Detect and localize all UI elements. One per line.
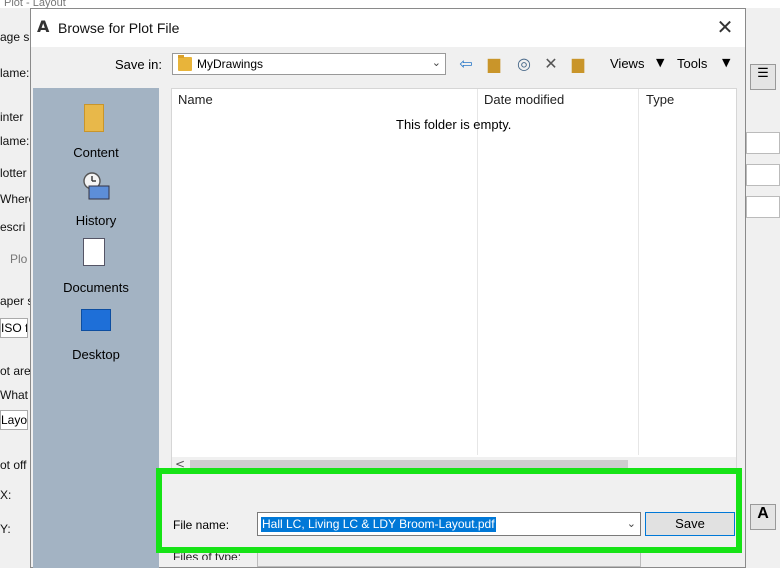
places-item-history[interactable]: History: [33, 213, 159, 228]
bg-a-button[interactable]: A: [750, 504, 776, 530]
bg-label: lame:: [0, 134, 30, 148]
file-list[interactable]: ^ Name Date modified Type This folder is…: [171, 88, 737, 473]
bg-label: ISO f: [1, 321, 28, 335]
background-window-title: Plot - Layout: [0, 0, 780, 8]
save-in-value: MyDrawings: [197, 57, 264, 71]
bg-label: ot are: [0, 364, 30, 378]
save-in-label: Save in:: [115, 57, 162, 72]
bg-combo[interactable]: [746, 132, 780, 154]
places-item-content[interactable]: Content: [33, 145, 159, 160]
column-header-type[interactable]: Type: [646, 89, 674, 113]
bg-label: lame:: [0, 66, 30, 80]
save-button-label: Save: [675, 516, 705, 531]
close-icon[interactable]: ✕: [713, 15, 737, 39]
save-in-dropdown[interactable]: MyDrawings ⌄: [172, 53, 446, 75]
search-web-icon[interactable]: ◎: [513, 53, 535, 75]
dialog-title: Browse for Plot File: [58, 20, 180, 36]
chevron-down-icon: ⌄: [431, 56, 441, 69]
bg-label: Plo: [10, 252, 28, 266]
bg-label: aper s: [0, 294, 30, 308]
scrollbar-thumb[interactable]: [190, 460, 628, 469]
chevron-down-icon[interactable]: ⌄: [627, 517, 636, 530]
empty-folder-message: This folder is empty.: [396, 117, 512, 132]
bg-label: X:: [0, 488, 12, 502]
file-name-area: File name: Hall LC, Living LC & LDY Broo…: [161, 475, 745, 567]
places-item-desktop[interactable]: Desktop: [33, 347, 159, 362]
documents-icon[interactable]: [83, 238, 105, 266]
background-window-right-panel: ☰ A: [746, 8, 780, 560]
places-item-documents[interactable]: Documents: [33, 280, 159, 295]
bg-label: escri: [0, 220, 26, 234]
scroll-left-icon[interactable]: <: [175, 457, 185, 472]
tools-caret-icon[interactable]: ▼: [722, 56, 730, 69]
views-menu[interactable]: Views: [610, 56, 644, 71]
file-name-label: File name:: [173, 518, 230, 532]
bg-combo[interactable]: [746, 196, 780, 218]
bg-label: Layou: [1, 413, 28, 427]
views-caret-icon[interactable]: ▼: [656, 56, 664, 69]
bg-label: inter: [0, 110, 24, 124]
column-header-date-modified[interactable]: Date modified: [484, 89, 564, 113]
browse-dialog: A Browse for Plot File ✕ Save in: MyDraw…: [30, 8, 746, 568]
bg-label: ot off: [0, 458, 27, 472]
bg-combo[interactable]: [746, 164, 780, 186]
autocad-app-icon: A: [37, 17, 50, 36]
bg-label: Y:: [0, 522, 11, 536]
delete-icon[interactable]: ✕: [540, 53, 562, 75]
bg-plot-area-box[interactable]: Layou: [0, 410, 28, 430]
folder-icon: [178, 55, 192, 71]
column-separator: [477, 89, 478, 455]
files-of-type-label: Files of type:: [173, 550, 242, 560]
up-folder-icon[interactable]: ▆: [483, 53, 505, 75]
column-separator: [638, 89, 639, 455]
horizontal-scrollbar[interactable]: <: [172, 457, 736, 472]
files-of-type-dropdown[interactable]: [257, 551, 641, 567]
file-name-input[interactable]: Hall LC, Living LC & LDY Broom-Layout.pd…: [257, 512, 641, 536]
dialog-titlebar: A Browse for Plot File ✕: [31, 9, 745, 47]
column-header-name[interactable]: Name: [178, 89, 213, 113]
tools-menu[interactable]: Tools: [677, 56, 707, 71]
back-arrow-icon[interactable]: ⇦: [455, 53, 477, 75]
content-folder-icon[interactable]: [84, 104, 104, 132]
file-name-value: Hall LC, Living LC & LDY Broom-Layout.pd…: [261, 517, 496, 532]
sort-caret-icon: ^: [317, 88, 326, 96]
places-bar: Content History Documents Desktop: [33, 88, 159, 568]
history-icon[interactable]: [81, 171, 111, 201]
bg-label: Where: [0, 192, 30, 206]
properties-button[interactable]: ☰: [750, 64, 776, 90]
save-button[interactable]: Save: [645, 512, 735, 536]
bg-label: age s: [0, 30, 30, 44]
bg-label: lotter: [0, 166, 27, 180]
new-folder-icon[interactable]: ▆: [567, 53, 589, 75]
desktop-icon[interactable]: [81, 309, 111, 331]
bg-label: What: [0, 388, 29, 402]
background-window-left-panel: age s lame: inter lame: lotter Where esc…: [0, 8, 30, 560]
bg-paper-size-box[interactable]: ISO f: [0, 318, 28, 338]
